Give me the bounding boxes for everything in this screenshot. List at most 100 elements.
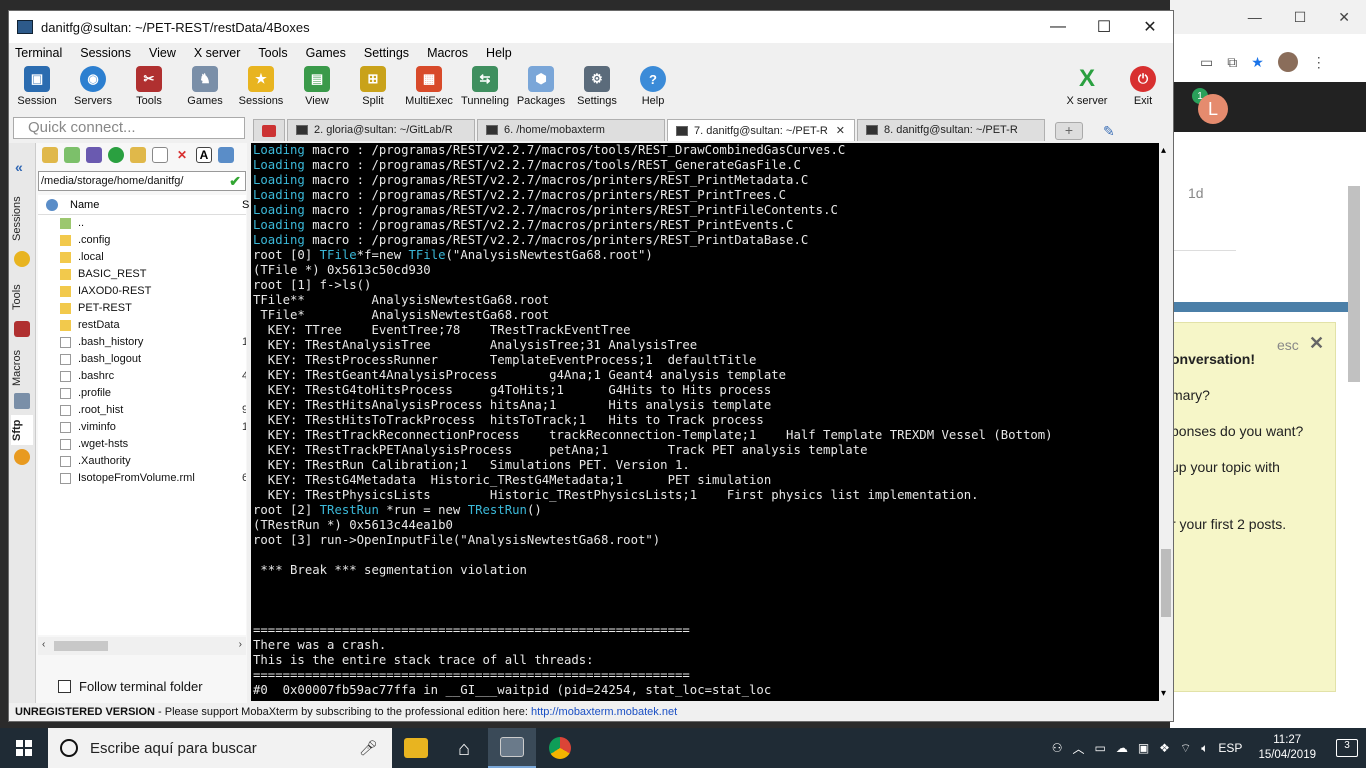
home-tab[interactable] xyxy=(253,119,285,141)
file-row[interactable]: .Xauthority xyxy=(38,453,246,470)
file-row[interactable]: PET-REST xyxy=(38,300,246,317)
menu-sessions[interactable]: Sessions xyxy=(80,46,131,60)
parent-folder-icon[interactable] xyxy=(42,147,58,163)
battery-icon[interactable]: ▭ xyxy=(1094,741,1105,755)
sessions-button[interactable]: ★ Sessions xyxy=(233,66,289,107)
sftp-path-input[interactable]: /media/storage/home/danitfg/ xyxy=(38,171,246,191)
menu-macros[interactable]: Macros xyxy=(427,46,468,60)
clock[interactable]: 11:27 15/04/2019 xyxy=(1258,733,1316,763)
microphone-icon[interactable]: 🎤︎ xyxy=(359,739,378,757)
session-button[interactable]: ▣ Session xyxy=(9,66,65,107)
new-file-icon[interactable] xyxy=(152,147,168,163)
people-icon[interactable]: ⚇ xyxy=(1052,741,1063,755)
scroll-left-icon[interactable]: ‹ xyxy=(42,639,45,650)
settings-button[interactable]: ⚙ Settings xyxy=(569,66,625,107)
follow-terminal-folder[interactable]: Follow terminal folder xyxy=(58,679,203,694)
follow-checkbox[interactable] xyxy=(58,680,71,693)
menu-help[interactable]: Help xyxy=(486,46,512,60)
show-hidden-icons[interactable]: ︿ xyxy=(1072,740,1084,757)
sidebar-tab-sessions[interactable]: Sessions xyxy=(11,193,33,245)
scroll-right-icon[interactable]: › xyxy=(239,639,242,650)
sidebar-tab-macros[interactable]: Macros xyxy=(11,345,33,391)
scroll-thumb[interactable] xyxy=(54,641,108,651)
menu-xserver[interactable]: X server xyxy=(194,46,241,60)
tunneling-button[interactable]: ⇆ Tunneling xyxy=(457,66,513,107)
new-tab-button[interactable]: + xyxy=(1055,122,1083,140)
maximize-button[interactable]: ☐ xyxy=(1081,17,1127,37)
translate-icon[interactable]: ⧉ xyxy=(1227,54,1237,71)
scroll-down-icon[interactable]: ▾ xyxy=(1161,688,1166,699)
sidebar-tab-tools[interactable]: Tools xyxy=(11,277,33,317)
browser-scrollbar[interactable] xyxy=(1348,186,1360,382)
quick-connect-input[interactable]: Quick connect... xyxy=(13,117,245,139)
mobaxterm-app[interactable] xyxy=(488,728,536,768)
close-button[interactable]: ✕ xyxy=(1127,17,1173,37)
menu-dots-icon[interactable]: ⋮ xyxy=(1312,54,1326,71)
tools-button[interactable]: ✂ Tools xyxy=(121,66,177,107)
tab-session-7[interactable]: 7. danitfg@sultan: ~/PET-R ✕ xyxy=(667,119,855,141)
bookmark-star-icon[interactable]: ★ xyxy=(1251,54,1264,71)
scroll-up-icon[interactable]: ▴ xyxy=(1161,145,1166,156)
user-avatar[interactable]: L xyxy=(1198,94,1228,124)
home-app[interactable]: ⌂ xyxy=(440,728,488,768)
tab-session-8[interactable]: 8. danitfg@sultan: ~/PET-R xyxy=(857,119,1045,141)
close-tab-icon[interactable]: ✕ xyxy=(836,125,845,137)
action-center-icon[interactable]: 3 xyxy=(1336,739,1358,757)
close-icon[interactable]: ✕ xyxy=(1338,9,1350,26)
file-explorer-app[interactable] xyxy=(392,728,440,768)
file-row[interactable]: .config xyxy=(38,232,246,249)
sidebar-tab-sftp[interactable]: Sftp xyxy=(11,415,33,445)
terminal-scrollbar[interactable]: ▴ ▾ xyxy=(1159,143,1173,701)
column-size-header[interactable]: S xyxy=(242,195,249,215)
toggle-view-icon[interactable] xyxy=(218,147,234,163)
menu-tools[interactable]: Tools xyxy=(258,46,287,60)
file-row[interactable]: .local xyxy=(38,249,246,266)
multiexec-button[interactable]: ▦ MultiExec xyxy=(401,66,457,107)
mobaxterm-link[interactable]: http://mobaxterm.mobatek.net xyxy=(531,706,677,718)
split-button[interactable]: ⊞ Split xyxy=(345,66,401,107)
terminal-output[interactable]: Loading macro : /programas/REST/v2.2.7/m… xyxy=(251,143,1159,701)
menu-games[interactable]: Games xyxy=(306,46,346,60)
onedrive-icon[interactable]: ☁ xyxy=(1116,741,1128,755)
scroll-thumb[interactable] xyxy=(1161,549,1171,617)
taskbar-search[interactable]: Escribe aquí para buscar 🎤︎ xyxy=(48,728,392,768)
file-row[interactable]: .wget-hsts xyxy=(38,436,246,453)
file-row[interactable]: .bash_history 1 xyxy=(38,334,246,351)
games-button[interactable]: ♞ Games xyxy=(177,66,233,107)
dropbox-icon[interactable]: ❖ xyxy=(1159,741,1170,755)
language-indicator[interactable]: ESP xyxy=(1218,741,1242,755)
exit-button[interactable]: ⏻ Exit xyxy=(1115,66,1171,107)
maximize-icon[interactable]: ☐ xyxy=(1294,9,1307,26)
file-row[interactable]: .bashrc 4 xyxy=(38,368,246,385)
minimize-button[interactable]: — xyxy=(1035,18,1081,36)
close-popup-icon[interactable]: ✕ xyxy=(1309,333,1324,354)
chrome-app[interactable] xyxy=(536,728,584,768)
file-row[interactable]: .. xyxy=(38,215,246,232)
menu-terminal[interactable]: Terminal xyxy=(15,46,62,60)
minimize-icon[interactable]: — xyxy=(1248,9,1262,25)
file-row[interactable]: IsotopeFromVolume.rml 6 xyxy=(38,470,246,487)
tab-session-2[interactable]: 2. gloria@sultan: ~/GitLab/R xyxy=(287,119,475,141)
attach-icon[interactable]: ✎ xyxy=(1103,123,1121,139)
delete-icon[interactable]: ✕ xyxy=(174,147,190,163)
tab-session-6[interactable]: 6. /home/mobaxterm xyxy=(477,119,665,141)
help-button[interactable]: ? Help xyxy=(625,66,681,107)
upload-icon[interactable] xyxy=(86,147,102,163)
new-folder-icon[interactable] xyxy=(130,147,146,163)
file-row[interactable]: .bash_logout xyxy=(38,351,246,368)
cast-icon[interactable]: ▭ xyxy=(1200,54,1213,71)
file-row[interactable]: .profile xyxy=(38,385,246,402)
file-row[interactable]: .root_hist 9 xyxy=(38,402,246,419)
column-name-header[interactable]: Name xyxy=(70,195,99,215)
file-row[interactable]: IAXOD0-REST xyxy=(38,283,246,300)
file-row[interactable]: BASIC_REST xyxy=(38,266,246,283)
packages-button[interactable]: ⬢ Packages xyxy=(513,66,569,107)
rename-icon[interactable]: A xyxy=(196,147,212,163)
horizontal-scrollbar[interactable]: ‹ › xyxy=(38,637,246,655)
network-icon[interactable]: ⌔ xyxy=(1180,741,1191,756)
checkmark-icon[interactable]: ✔ xyxy=(229,173,241,190)
file-row[interactable]: restData xyxy=(38,317,246,334)
start-button[interactable] xyxy=(0,728,48,768)
view-button[interactable]: ▤ View xyxy=(289,66,345,107)
file-row[interactable]: .viminfo 1 xyxy=(38,419,246,436)
